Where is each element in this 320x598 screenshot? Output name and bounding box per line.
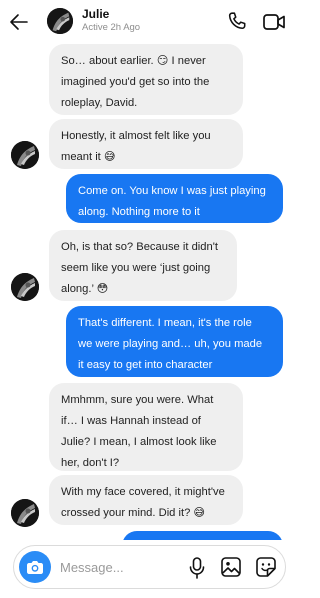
message-line: seem like you were ‘just going [61, 262, 211, 274]
camera-icon [27, 561, 43, 574]
message-bubble-incoming[interactable]: Mmhmm, sure you were. What if… I was Han… [49, 383, 243, 471]
message-line: So… about earlier. 😏 I never [61, 55, 206, 67]
message-line: That's different. I mean, it's the role [78, 317, 252, 329]
microphone-icon [189, 557, 205, 579]
gallery-button[interactable] [220, 556, 242, 578]
phone-icon [228, 12, 246, 30]
contact-name[interactable]: Julie [82, 7, 109, 21]
message-line: roleplay, David. [61, 97, 138, 109]
sender-avatar[interactable] [11, 273, 39, 301]
message-line: With my face covered, it might've [61, 486, 225, 498]
message-thread[interactable]: So… about earlier. 😏 I never imagined yo… [0, 44, 299, 540]
message-line: imagined you'd get so into the [61, 76, 210, 88]
message-bubble-incoming[interactable]: Oh, is that so? Because it didn't seem l… [49, 230, 237, 301]
sticker-button[interactable] [255, 556, 277, 578]
message-line: if… I was Hannah instead of [61, 415, 201, 427]
video-call-button[interactable] [262, 11, 286, 33]
sticker-icon [256, 557, 276, 577]
message-input[interactable] [60, 556, 180, 578]
profile-photo [11, 273, 39, 301]
message-bubble-outgoing[interactable]: Come on. You know I was just playing alo… [66, 174, 283, 223]
message-line: along.’ 😳 [61, 283, 109, 295]
profile-photo [11, 141, 39, 169]
message-line: Come on. You know I was just playing [78, 185, 266, 197]
message-line: along. Nothing more to it [78, 206, 200, 218]
message-line: it easy to get into character [78, 359, 213, 371]
video-camera-icon [263, 14, 285, 30]
voice-message-button[interactable] [188, 556, 206, 580]
chat-screen: Julie Active 2h Ago So… about earlier. 😏… [0, 0, 299, 598]
message-bubble-incoming[interactable]: Honestly, it almost felt like you meant … [49, 119, 243, 169]
profile-photo [11, 499, 39, 527]
chat-header: Julie Active 2h Ago [0, 0, 299, 44]
message-bubble-incoming[interactable]: So… about earlier. 😏 I never imagined yo… [49, 44, 243, 115]
contact-avatar[interactable] [47, 8, 73, 34]
message-line: Mmhmm, sure you were. What [61, 394, 214, 406]
message-bubble-outgoing-partial[interactable] [122, 531, 283, 540]
message-line: Julie? I mean, I almost look like [61, 436, 217, 448]
sender-avatar[interactable] [11, 141, 39, 169]
camera-button[interactable] [19, 551, 51, 583]
voice-call-button[interactable] [226, 10, 248, 32]
message-bubble-outgoing[interactable]: That's different. I mean, it's the role … [66, 306, 283, 377]
sender-avatar[interactable] [11, 499, 39, 527]
message-line: Oh, is that so? Because it didn't [61, 241, 218, 253]
message-line: her, don't I? [61, 457, 120, 469]
message-line: meant it 😅 [61, 151, 116, 163]
message-line: we were playing and… uh, you made [78, 338, 263, 350]
message-line: Honestly, it almost felt like you [61, 130, 211, 142]
image-icon [221, 557, 241, 577]
active-status: Active 2h Ago [82, 22, 141, 33]
back-button[interactable] [8, 11, 30, 33]
message-composer [13, 545, 286, 589]
message-bubble-incoming[interactable]: With my face covered, it might've crosse… [49, 475, 243, 525]
profile-photo [47, 8, 73, 34]
arrow-left-icon [10, 14, 28, 30]
message-line: crossed your mind. Did it? 😅 [61, 507, 206, 519]
